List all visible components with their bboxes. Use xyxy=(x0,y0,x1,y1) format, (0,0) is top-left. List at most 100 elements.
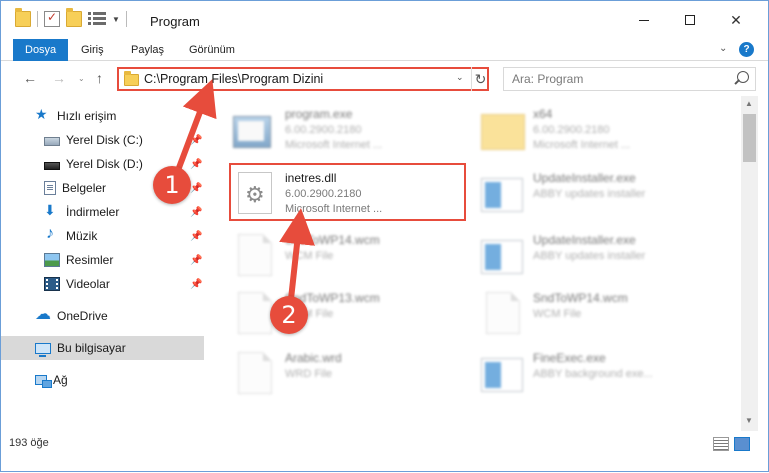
file-item[interactable]: SndToWP14.wcm WCM File xyxy=(233,228,473,292)
qat-customize-icon[interactable]: ▼ xyxy=(112,15,120,24)
help-icon[interactable]: ? xyxy=(739,42,754,57)
file-company: Microsoft Internet ... xyxy=(533,139,631,151)
nav-label: Yerel Disk (D:) xyxy=(66,157,143,171)
navigation-pane: Hızlı erişim Yerel Disk (C:) 📌 Yerel Dis… xyxy=(1,96,207,431)
qat-separator xyxy=(125,11,127,27)
file-item[interactable]: FineExec.exe ABBY background exe... xyxy=(481,346,721,410)
vertical-scrollbar[interactable]: ▲ ▼ xyxy=(741,96,758,431)
exe-icon xyxy=(233,116,271,148)
pin-icon[interactable]: 📌 xyxy=(190,255,202,266)
address-row: ← → ⌄ ↑ C:\Program Files\Program Dizini … xyxy=(1,62,768,96)
file-description: ABBY updates installer xyxy=(533,188,646,200)
pin-icon[interactable]: 📌 xyxy=(190,279,202,290)
view-icon[interactable] xyxy=(88,11,106,27)
file-type: WCM File xyxy=(285,250,334,262)
file-item[interactable]: SndToWP14.wcm WCM File xyxy=(481,286,721,350)
pin-icon[interactable]: 📌 xyxy=(190,231,202,242)
tab-home[interactable]: Giriş xyxy=(71,39,114,61)
file-version: 6.00.2900.2180 xyxy=(285,124,362,136)
maximize-button[interactable] xyxy=(667,1,713,39)
nav-label: Belgeler xyxy=(62,181,107,195)
file-description: ABBY background exe... xyxy=(533,368,653,380)
recent-locations-button[interactable]: ⌄ xyxy=(78,74,85,83)
document-icon xyxy=(486,292,520,334)
nav-label: Hızlı erişim xyxy=(57,109,117,123)
document-icon xyxy=(238,234,272,276)
nav-item-network[interactable]: Ağ xyxy=(1,368,204,392)
file-item[interactable]: UpdateInstaller.exe ABBY updates install… xyxy=(481,166,721,230)
minimize-icon xyxy=(639,19,649,21)
window-title: Program xyxy=(150,14,200,29)
nav-item-videos[interactable]: Videolar 📌 xyxy=(1,272,204,296)
pin-icon[interactable]: 📌 xyxy=(190,183,202,194)
up-button[interactable]: ↑ xyxy=(96,70,103,86)
network-icon xyxy=(35,375,52,388)
pin-icon[interactable]: 📌 xyxy=(190,207,202,218)
document-icon xyxy=(238,352,272,394)
pin-icon[interactable]: 📌 xyxy=(190,135,202,146)
file-description: ABBY updates installer xyxy=(533,250,646,262)
nav-label: Ağ xyxy=(53,373,68,387)
ribbon-tabs: Dosya Giriş Paylaş Görünüm ⌄ ? xyxy=(1,39,768,61)
file-item[interactable]: UpdateInstaller.exe ABBY updates install… xyxy=(481,228,721,292)
status-bar: 193 öğe xyxy=(1,431,768,471)
nav-item-music[interactable]: Müzik 📌 xyxy=(1,224,204,248)
scroll-up-icon[interactable]: ▲ xyxy=(745,99,753,108)
forward-button[interactable]: → xyxy=(52,70,66,86)
address-dropdown-icon[interactable]: ⌄ xyxy=(456,72,464,83)
cloud-icon xyxy=(35,304,51,324)
folder-icon xyxy=(124,71,139,86)
nav-label: İndirmeler xyxy=(66,205,120,219)
search-icon xyxy=(737,71,749,83)
file-item[interactable]: x64 6.00.2900.2180 Microsoft Internet ..… xyxy=(481,102,721,166)
nav-item-pictures[interactable]: Resimler 📌 xyxy=(1,248,204,272)
explorer-window: ▼ Program ✕ Dosya Giriş Paylaş Görünüm ⌄… xyxy=(0,0,769,472)
nav-label: Müzik xyxy=(66,229,98,243)
pin-icon[interactable]: 📌 xyxy=(190,159,202,170)
downloads-icon xyxy=(44,202,60,219)
address-path[interactable]: C:\Program Files\Program Dizini xyxy=(144,72,323,86)
file-version: 6.00.2900.2180 xyxy=(533,124,610,136)
details-view-icon[interactable] xyxy=(713,437,729,451)
title-bar: ▼ Program ✕ xyxy=(1,1,768,39)
folder-icon xyxy=(15,8,31,27)
videos-icon xyxy=(44,277,60,291)
tab-view[interactable]: Görünüm xyxy=(179,39,245,61)
nav-item-disk-c[interactable]: Yerel Disk (C:) 📌 xyxy=(1,128,204,152)
installer-icon xyxy=(481,178,523,212)
new-folder-icon[interactable] xyxy=(66,8,82,27)
document-icon xyxy=(238,292,272,334)
nav-label: Yerel Disk (C:) xyxy=(66,133,143,147)
file-name: SndToWP14.wcm xyxy=(285,233,380,247)
disk-c-icon xyxy=(44,137,60,146)
step-badge-1: 1 xyxy=(153,166,191,204)
scroll-thumb[interactable] xyxy=(743,114,756,162)
nav-item-this-pc[interactable]: Bu bilgisayar xyxy=(1,336,204,360)
refresh-button[interactable]: ↻ xyxy=(471,67,489,91)
file-item[interactable]: program.exe 6.00.2900.2180 Microsoft Int… xyxy=(233,102,473,166)
address-bar[interactable]: C:\Program Files\Program Dizini ⌄ ↻ xyxy=(117,67,489,91)
tab-share[interactable]: Paylaş xyxy=(121,39,174,61)
file-item[interactable]: Arabic.wrd WRD File xyxy=(233,346,473,410)
scroll-down-icon[interactable]: ▼ xyxy=(745,416,753,425)
search-box[interactable]: Ara: Program xyxy=(503,67,756,91)
nav-item-onedrive[interactable]: OneDrive xyxy=(1,304,204,328)
pictures-icon xyxy=(44,253,60,267)
nav-quick-access[interactable]: Hızlı erişim xyxy=(1,104,204,128)
qat-separator xyxy=(37,11,38,27)
close-button[interactable]: ✕ xyxy=(713,1,759,39)
minimize-button[interactable] xyxy=(621,1,667,39)
ribbon-expand-icon[interactable]: ⌄ xyxy=(719,43,727,54)
nav-label: Videolar xyxy=(66,277,110,291)
tab-file[interactable]: Dosya xyxy=(13,39,69,61)
search-input[interactable]: Ara: Program xyxy=(512,72,583,86)
star-icon xyxy=(35,106,51,123)
file-name: Arabic.wrd xyxy=(285,351,342,365)
file-list: program.exe 6.00.2900.2180 Microsoft Int… xyxy=(207,96,741,431)
large-icons-view-icon[interactable] xyxy=(734,437,750,451)
file-company: Microsoft Internet ... xyxy=(285,139,383,151)
nav-label: Resimler xyxy=(66,253,114,267)
file-item[interactable]: SndToWP13.wcm WCM File xyxy=(233,286,473,350)
properties-icon[interactable] xyxy=(44,10,60,27)
back-button[interactable]: ← xyxy=(23,70,37,86)
